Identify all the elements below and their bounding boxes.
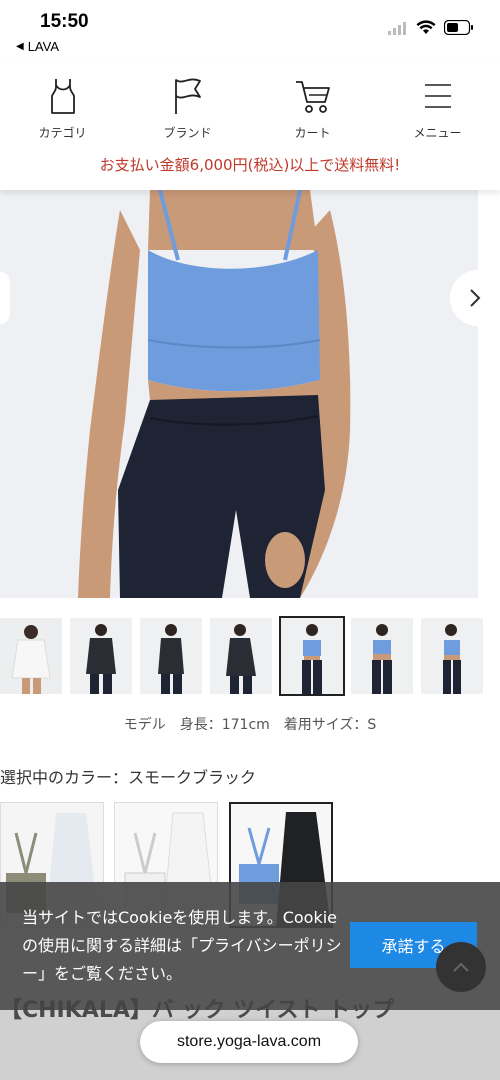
wifi-icon (416, 20, 436, 34)
thumbnail[interactable] (0, 618, 62, 694)
nav-menu[interactable]: メニュー (375, 72, 500, 150)
back-triangle-icon: ◀ (16, 41, 24, 52)
thumbnail[interactable] (210, 618, 272, 694)
nav-brand[interactable]: ブランド (125, 72, 250, 150)
hero-next-button[interactable] (450, 270, 500, 326)
thumbnail[interactable] (70, 618, 132, 694)
back-app-label: LAVA (27, 39, 60, 54)
nav-brand-label: ブランド (163, 126, 212, 140)
back-to-app-link[interactable]: ◀ LAVA (16, 39, 59, 54)
selected-color-label: 選択中のカラー：スモークブラック (0, 768, 257, 787)
model-info: モデル 身長：171cm 着用サイズ：S (123, 717, 377, 733)
thumbnail[interactable] (421, 618, 483, 694)
nav-cart[interactable]: カート (250, 72, 375, 150)
free-shipping-banner: お支払い金額6,000円(税込)以上で送料無料! (99, 156, 401, 174)
thumbnail[interactable] (140, 618, 202, 694)
hero-prev-button[interactable] (0, 272, 10, 324)
nav-category-label: カテゴリ (38, 126, 87, 140)
thumbnail[interactable] (351, 618, 413, 694)
cart-icon (295, 81, 330, 113)
product-main-image[interactable] (0, 190, 478, 598)
nav-category[interactable]: カテゴリ (0, 72, 125, 150)
cookie-message: 当サイトではCookieを使用します。Cookieの使用に関する詳細は「プライバ… (22, 908, 342, 983)
nav-menu-label: メニュー (413, 126, 462, 140)
browser-url-bar[interactable]: store.yoga-lava.com (140, 1021, 358, 1063)
tank-top-icon (50, 79, 75, 114)
chevron-up-icon (453, 962, 469, 972)
site-header: カテゴリ ブランド カート メニュー お支払い金額6,000円(税込)以上で送料… (0, 62, 500, 190)
status-bar: 15:50 ◀ LAVA (0, 0, 500, 62)
battery-icon (444, 20, 473, 35)
nav-cart-label: カート (294, 126, 331, 140)
signal-icon (388, 21, 406, 35)
scroll-to-top-button[interactable] (436, 942, 486, 992)
flag-icon (174, 78, 201, 114)
chevron-right-icon (470, 289, 481, 307)
thumbnail-selected[interactable] (279, 616, 345, 696)
nav-bar: カテゴリ ブランド カート メニュー (0, 72, 500, 150)
thumbnail-strip (0, 610, 500, 696)
status-time: 15:50 (40, 11, 89, 32)
status-icons (388, 20, 474, 35)
cookie-consent-bar: 当サイトではCookieを使用します。Cookieの使用に関する詳細は「プライバ… (0, 882, 500, 1010)
menu-icon (424, 84, 451, 108)
model-photo (0, 190, 478, 598)
